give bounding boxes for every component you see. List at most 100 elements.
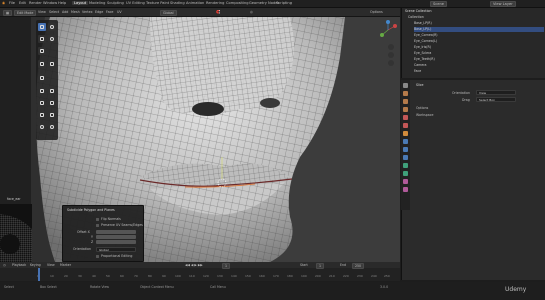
start-frame-field[interactable]: 1 xyxy=(316,263,325,269)
mesh-menu[interactable]: Mesh xyxy=(71,10,80,14)
tab-rendering[interactable]: Rendering xyxy=(206,1,224,5)
keying-menu[interactable]: Keying xyxy=(30,263,41,267)
loop-cut-tool[interactable] xyxy=(48,99,56,107)
constraints-tab-icon[interactable] xyxy=(403,163,408,168)
navigation-gizmo[interactable] xyxy=(378,20,398,40)
outliner-item-selected[interactable]: Base_LP(L) xyxy=(414,27,544,32)
workspace-panel[interactable]: Workspace xyxy=(416,113,433,117)
outliner-item[interactable]: Eye_Cornea(L) xyxy=(414,39,544,44)
tab-geometry-nodes[interactable]: Geometry Nodes xyxy=(249,1,279,5)
transform-orientation[interactable]: Global xyxy=(160,10,177,16)
bevel-tool[interactable] xyxy=(38,99,46,107)
flip-normals-checkbox[interactable]: Flip Normals xyxy=(96,217,121,221)
playback-menu[interactable]: Playback xyxy=(12,263,26,267)
outliner-item[interactable]: Eye_Teeth(R) xyxy=(414,57,544,62)
tab-uv-editing[interactable]: UV Editing xyxy=(126,1,145,5)
texture-tab-icon[interactable] xyxy=(403,187,408,192)
menu-render[interactable]: Render xyxy=(29,1,42,5)
end-frame-field[interactable]: 250 xyxy=(352,263,365,269)
outliner-item[interactable]: Eye_Cornea(R) xyxy=(414,33,544,38)
scale-tool[interactable] xyxy=(38,47,46,55)
annotate-tool[interactable] xyxy=(38,60,46,68)
camera-view-icon[interactable] xyxy=(388,60,394,66)
current-frame-field[interactable]: 1 xyxy=(222,263,231,269)
orientation-dropdown[interactable]: View xyxy=(476,90,516,95)
move-tool[interactable] xyxy=(38,35,46,43)
tool-tab-icon[interactable] xyxy=(403,83,408,88)
add-menu[interactable]: Add xyxy=(62,10,68,14)
tab-layout[interactable]: Layout xyxy=(72,1,89,5)
poly-build-tool[interactable] xyxy=(48,111,56,119)
tab-scripting[interactable]: Scripting xyxy=(276,1,292,5)
output-tab-icon[interactable] xyxy=(403,99,408,104)
outliner-item[interactable]: Face xyxy=(414,69,544,74)
select-box-tool[interactable] xyxy=(38,23,46,31)
3d-viewport[interactable] xyxy=(0,17,400,262)
inset-tool[interactable] xyxy=(48,87,56,95)
render-tab-icon[interactable] xyxy=(403,91,408,96)
offset-x-field[interactable] xyxy=(96,230,136,234)
menu-help[interactable]: Help xyxy=(58,1,66,5)
outliner-item[interactable]: Camera xyxy=(414,63,544,68)
offset-y-field[interactable] xyxy=(96,235,136,239)
view-layer-selector[interactable]: View Layer xyxy=(490,1,516,7)
spin-tool[interactable] xyxy=(38,123,46,131)
modifier-tab-icon[interactable] xyxy=(403,139,408,144)
outliner-item[interactable]: Collection xyxy=(408,15,538,20)
playhead[interactable] xyxy=(38,268,40,281)
extrude-tool[interactable] xyxy=(38,87,46,95)
data-tab-icon[interactable] xyxy=(403,171,408,176)
object-tab-icon[interactable] xyxy=(403,131,408,136)
properties-section[interactable]: Slice xyxy=(416,83,424,87)
vertex-menu[interactable]: Vertex xyxy=(82,10,93,14)
face-menu[interactable]: Face xyxy=(106,10,113,14)
tab-animation[interactable]: Animation xyxy=(186,1,204,5)
add-cube-tool[interactable] xyxy=(38,74,46,82)
tab-shading[interactable]: Shading xyxy=(170,1,185,5)
tab-sculpting[interactable]: Sculpting xyxy=(107,1,124,5)
scene-tab-icon[interactable] xyxy=(403,115,408,120)
particles-tab-icon[interactable] xyxy=(403,147,408,152)
proportional-icon[interactable]: ◎ xyxy=(250,10,253,14)
preserve-uv-checkbox[interactable]: Preserve UV Seams/Edges xyxy=(96,223,143,227)
options-menu[interactable]: Options xyxy=(370,10,383,14)
tab-modeling[interactable]: Modeling xyxy=(89,1,105,5)
view-layer-tab-icon[interactable] xyxy=(403,107,408,112)
options-panel[interactable]: Options xyxy=(416,106,428,110)
scene-selector[interactable]: Scene xyxy=(430,1,447,7)
editor-type-icon[interactable]: ▦ xyxy=(3,10,13,16)
edge-menu[interactable]: Edge xyxy=(95,10,103,14)
menu-file[interactable]: File xyxy=(9,1,15,5)
drag-dropdown[interactable]: Select Box xyxy=(476,97,516,102)
cursor-tool[interactable] xyxy=(48,23,56,31)
marker-menu[interactable]: Marker xyxy=(60,263,71,267)
smooth-tool[interactable] xyxy=(48,123,56,131)
timeline-editor-icon[interactable]: ◷ xyxy=(3,263,6,267)
snap-icon[interactable]: 🧲 xyxy=(216,10,220,14)
uv-menu[interactable]: UV xyxy=(117,10,122,14)
blender-logo-icon[interactable]: ◉ xyxy=(2,1,5,5)
menu-edit[interactable]: Edit xyxy=(19,1,26,5)
tab-compositing[interactable]: Compositing xyxy=(226,1,249,5)
operator-title[interactable]: Subdivide Polygon and Planes xyxy=(67,208,115,212)
playback-controls[interactable]: ◀◀ ◀ ▶ ▶▶ xyxy=(185,263,203,267)
mode-selector[interactable]: Edit Mode xyxy=(14,10,37,16)
outliner-item[interactable]: Eye_Sclera xyxy=(414,51,544,56)
outliner-item[interactable]: Base_LP(R) xyxy=(414,21,544,26)
offset-z-field[interactable] xyxy=(96,240,136,244)
proportional-checkbox[interactable]: Proportional Editing xyxy=(96,254,132,258)
rotate-tool[interactable] xyxy=(48,35,56,43)
world-tab-icon[interactable] xyxy=(403,123,408,128)
material-tab-icon[interactable] xyxy=(403,179,408,184)
pan-icon[interactable] xyxy=(388,52,394,58)
zoom-icon[interactable] xyxy=(388,44,394,50)
tab-texture-paint[interactable]: Texture Paint xyxy=(146,1,169,5)
measure-tool[interactable] xyxy=(48,60,56,68)
outliner-item[interactable]: Eye_Iris(R) xyxy=(414,45,544,50)
view-menu[interactable]: View xyxy=(38,10,46,14)
physics-tab-icon[interactable] xyxy=(403,155,408,160)
orientation-dropdown[interactable]: Global xyxy=(96,247,136,252)
view-menu-timeline[interactable]: View xyxy=(47,263,55,267)
knife-tool[interactable] xyxy=(38,111,46,119)
menu-window[interactable]: Window xyxy=(43,1,57,5)
